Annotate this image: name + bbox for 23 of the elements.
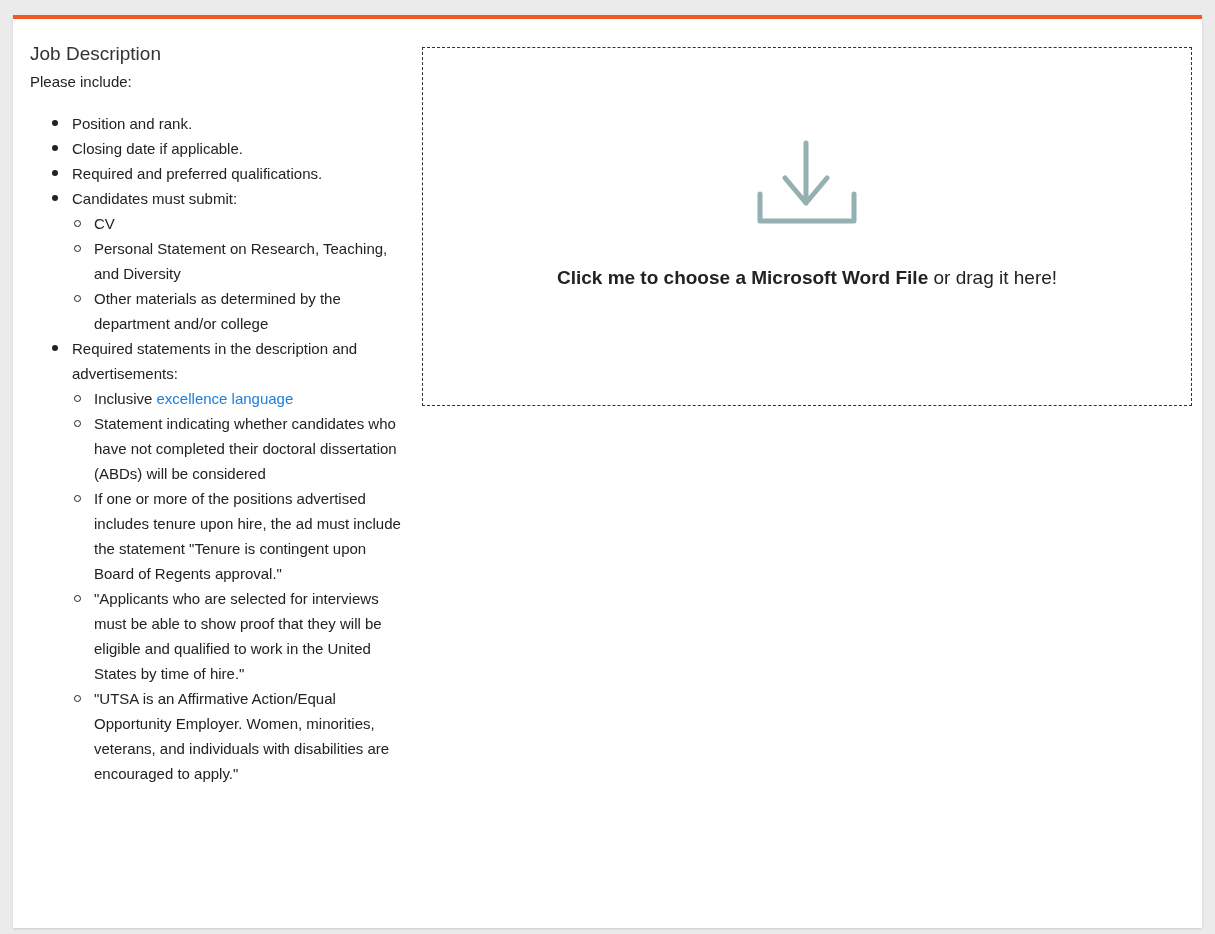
bullet-icon [52,145,58,151]
list-item-text: If one or more of the positions advertised includes tenure upon hire, the ad must include the statement "Tenure is contingent upon Board of Regents approval." [94,489,401,584]
list-item-text: "Applicants who are selected for interviews must be able to show proof that they will be eligible and qualified to work in the United States by time of hire." [94,589,383,684]
download-icon [757,140,857,227]
list-item-text: Personal Statement on Research, Teaching, and Diversity [94,239,389,284]
excellence-link[interactable]: excellence language [156,390,294,407]
bullet-icon [52,120,58,126]
list-item-text: Candidates must submit: [72,189,238,209]
list-item-text: Position and rank. [72,114,193,134]
list-item-text: Inclusive excellence language [94,389,294,409]
list-item-text: Other materials as determined by the department and/or college [94,289,342,334]
file-drop-zone[interactable]: Click me to choose a Microsoft Word File or drag it here! [422,47,1192,406]
list-item-text: "UTSA is an Affirmative Action/Equal Opportunity Employer. Women, minorities, veterans, and individuals with disabilities are encouraged to apply." [94,689,391,784]
intro-text: Please include: [30,72,133,92]
list-item-text: Required and preferred qualifications. [72,164,323,184]
list-item-text: Closing date if applicable. [72,139,243,159]
list-item-text: CV [94,214,115,234]
section-title: Job Description [30,42,162,66]
bullet-icon [52,345,58,351]
bullet-icon [52,170,58,176]
list-item-text: Required statements in the description and advertisements: [72,339,359,384]
list-item-text: Statement indicating whether candidates who have not completed their doctoral dissertation (ABDs) will be considered [94,414,398,484]
bullet-icon [52,195,58,201]
